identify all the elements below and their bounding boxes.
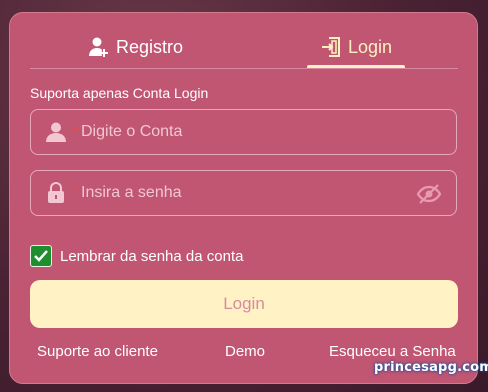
remember-checkbox[interactable] [30, 245, 52, 267]
password-placeholder: Insira a senha [81, 184, 182, 201]
check-icon [34, 250, 48, 262]
account-input[interactable]: * Digite o Conta [30, 109, 457, 155]
user-add-icon [89, 37, 108, 57]
login-card: Registro Login Suporta apenas Conta Logi… [9, 12, 478, 384]
user-icon [46, 122, 66, 142]
tab-login-label: Login [348, 36, 393, 57]
tab-register-label: Registro [116, 36, 184, 57]
support-link[interactable]: Suporte ao cliente [37, 343, 158, 360]
door-login-icon [322, 37, 340, 57]
remember-password[interactable]: Lembrar da senha da conta [30, 245, 243, 267]
account-placeholder: Digite o Conta [81, 123, 183, 140]
required-mark: * [73, 184, 79, 200]
password-input[interactable]: * Insira a senha [30, 170, 457, 216]
demo-link[interactable]: Demo [225, 343, 265, 360]
tab-login[interactable]: Login [320, 27, 392, 67]
login-button[interactable]: Login [30, 280, 458, 328]
remember-label: Lembrar da senha da conta [60, 247, 244, 265]
eye-off-icon[interactable] [416, 182, 442, 206]
tab-register[interactable]: Registro [88, 27, 183, 67]
auth-tabs: Registro Login [30, 27, 458, 69]
tabs-divider [30, 68, 458, 69]
login-hint: Suporta apenas Conta Login [30, 85, 209, 101]
forgot-password-link[interactable]: Esqueceu a Senha [329, 343, 456, 360]
lock-icon [48, 182, 64, 203]
site-watermark: princesapg.com [374, 360, 488, 375]
required-mark: * [73, 123, 79, 139]
